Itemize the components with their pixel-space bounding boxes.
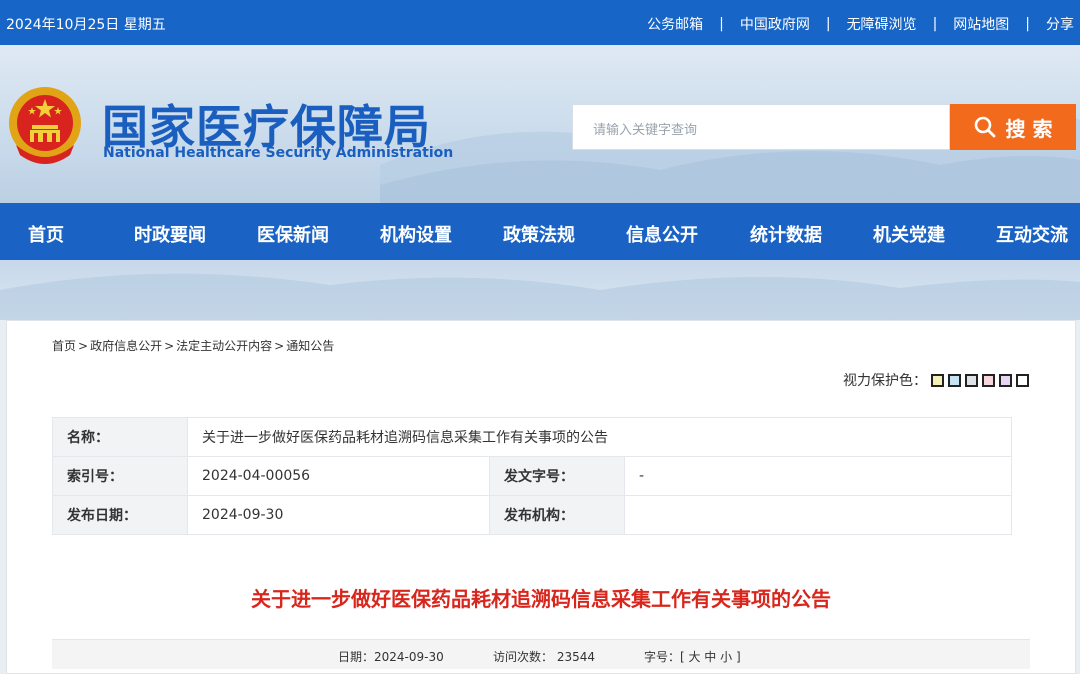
separator: | <box>825 16 831 32</box>
nav-organization[interactable]: 机构设置 <box>380 221 452 247</box>
separator: | <box>1025 16 1030 32</box>
table-row: 名称： 关于进一步做好医保药品耗材追溯码信息采集工作有关事项的公告 <box>52 417 1012 457</box>
link-official-mail[interactable]: 公务邮箱 <box>647 14 703 34</box>
breadcrumb-gov-info[interactable]: 政府信息公开 <box>90 339 162 353</box>
meta-name-label: 名称： <box>52 417 188 457</box>
link-gov-cn[interactable]: 中国政府网 <box>740 14 810 34</box>
font-size-switch[interactable]: 字号：[ 大 中 小 ] <box>644 648 741 665</box>
meta-docno-value: - <box>624 456 1012 496</box>
search-button[interactable]: 搜 索 <box>950 104 1076 150</box>
separator: | <box>719 16 724 32</box>
meta-date-value: 2024-09-30 <box>187 495 490 535</box>
link-share[interactable]: 分享 <box>1046 14 1074 34</box>
meta-index-label: 索引号： <box>52 456 188 496</box>
eye-care-swatch-gray[interactable] <box>965 373 978 387</box>
mountain-band <box>0 273 1080 320</box>
eye-care-swatch-white[interactable] <box>1016 373 1029 387</box>
header-band <box>0 260 1080 320</box>
breadcrumb: 首页 > 政府信息公开 > 法定主动公开内容 > 通知公告 <box>52 337 334 354</box>
nav-party-building[interactable]: 机关党建 <box>873 221 945 247</box>
search-input[interactable]: 请输入关键字查询 <box>572 104 950 150</box>
breadcrumb-sep: > <box>78 339 89 353</box>
top-bar: 2024年10月25日 星期五 公务邮箱 | 中国政府网 | 无障碍浏览 | 网… <box>0 0 1080 45</box>
link-accessibility[interactable]: 无障碍浏览 <box>847 14 917 34</box>
eye-care-colors: 视力保护色： <box>843 370 1029 390</box>
breadcrumb-sep: > <box>164 339 175 353</box>
search-icon <box>974 116 995 138</box>
breadcrumb-sep: > <box>274 339 285 353</box>
article-panel: 首页 > 政府信息公开 > 法定主动公开内容 > 通知公告 视力保护色： 名称： 关于进一步… <box>6 320 1076 674</box>
meta-date-label: 发布日期： <box>52 495 188 535</box>
document-meta-table: 名称： 关于进一步做好医保药品耗材追溯码信息采集工作有关事项的公告 索引号： 2… <box>52 417 1012 535</box>
eye-care-swatch-blue[interactable] <box>948 373 961 387</box>
eye-care-swatch-pink[interactable] <box>982 373 995 387</box>
meta-docno-label: 发文字号： <box>489 456 625 496</box>
nav-insurance-news[interactable]: 医保新闻 <box>257 221 329 247</box>
table-row: 发布日期： 2024-09-30 发布机构： <box>52 495 1012 535</box>
nav-home[interactable]: 首页 <box>28 221 64 247</box>
document-title: 关于进一步做好医保药品耗材追溯码信息采集工作有关事项的公告 <box>251 587 831 611</box>
meta-index-value: 2024-04-00056 <box>187 456 490 496</box>
link-sitemap[interactable]: 网站地图 <box>953 14 1009 34</box>
search-button-label: 搜 索 <box>1005 116 1053 141</box>
nav-info-disclosure[interactable]: 信息公开 <box>626 221 698 247</box>
nav-policies[interactable]: 政策法规 <box>503 221 575 247</box>
visit-count: 访问次数： 23544 <box>493 650 595 664</box>
publish-date: 日期：2024-09-30 <box>338 650 444 664</box>
eye-care-swatch-purple[interactable] <box>999 373 1012 387</box>
table-row: 索引号： 2024-04-00056 发文字号： - <box>52 456 1012 496</box>
separator: | <box>932 16 938 32</box>
breadcrumb-home[interactable]: 首页 <box>52 339 76 353</box>
eye-care-label: 视力保护色： <box>843 373 927 389</box>
nav-politics-news[interactable]: 时政要闻 <box>134 221 206 247</box>
site-header: 国家医疗保障局 National Healthcare Security Adm… <box>0 45 1080 203</box>
breadcrumb-notices[interactable]: 通知公告 <box>286 339 334 353</box>
breadcrumb-statutory[interactable]: 法定主动公开内容 <box>176 339 272 353</box>
site-logo-en[interactable]: National Healthcare Security Administrat… <box>103 145 453 161</box>
meta-org-value <box>624 495 1012 535</box>
top-links: 公务邮箱 | 中国政府网 | 无障碍浏览 | 网站地图 | 分享 <box>647 14 1080 34</box>
meta-org-label: 发布机构： <box>489 495 625 535</box>
meta-name-value: 关于进一步做好医保药品耗材追溯码信息采集工作有关事项的公告 <box>187 417 1012 457</box>
main-nav: 首页 时政要闻 医保新闻 机构设置 政策法规 信息公开 统计数据 机关党建 互动… <box>0 203 1080 260</box>
nav-interaction[interactable]: 互动交流 <box>996 221 1068 247</box>
current-date: 2024年10月25日 星期五 <box>6 17 166 33</box>
eye-care-swatch-yellow[interactable] <box>931 373 944 387</box>
national-emblem-icon <box>9 87 81 164</box>
nav-statistics[interactable]: 统计数据 <box>750 221 822 247</box>
article-info-bar: 日期：2024-09-30 访问次数： 23544 字号：[ 大 中 小 ] <box>52 639 1030 669</box>
